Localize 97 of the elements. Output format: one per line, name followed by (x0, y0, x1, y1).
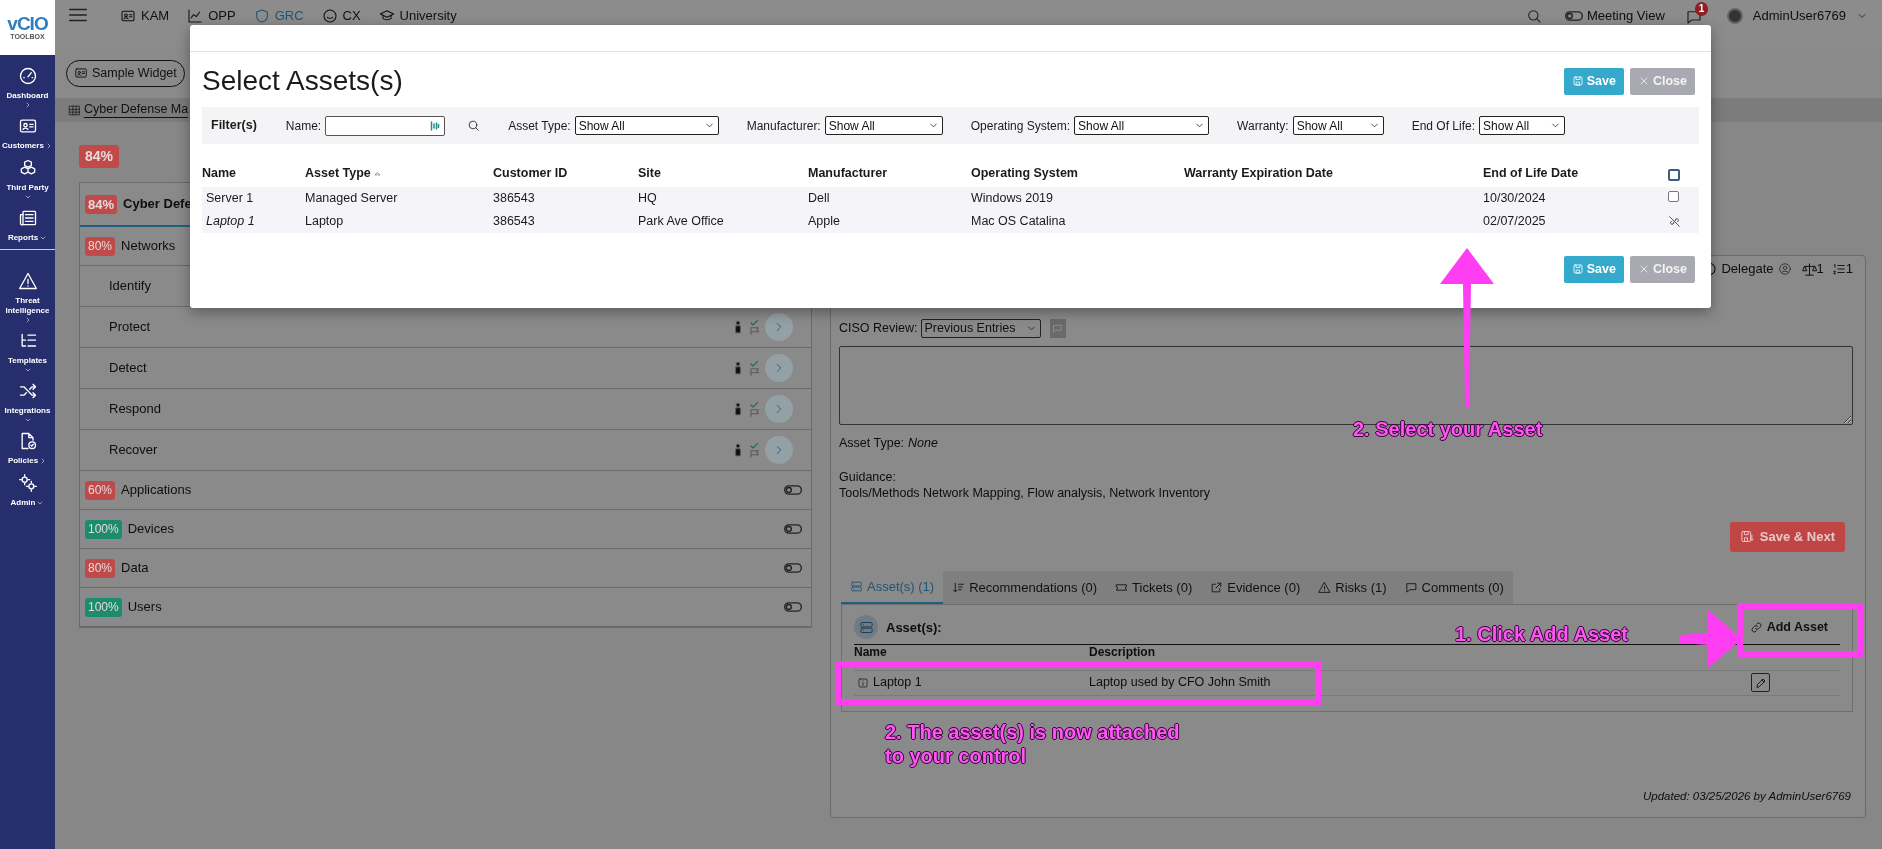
nav-tab[interactable]: University (378, 6, 457, 26)
control-label[interactable]: Respond (109, 399, 162, 419)
filter-label: Asset Type: (508, 117, 571, 135)
table-cell: Managed Server (305, 190, 398, 205)
category-label[interactable]: Networks (121, 236, 176, 256)
tab[interactable]: Recommendations (0) (943, 570, 1107, 604)
add-asset-button[interactable]: Add Asset (1737, 617, 1840, 637)
tab[interactable]: Comments (0) (1395, 570, 1513, 604)
filter-label: Manufacturer: (746, 117, 821, 135)
category-label[interactable]: Users (127, 597, 162, 617)
field-value: None (908, 435, 938, 452)
sidebar-item[interactable]: Dashboard (6, 91, 49, 101)
guidance-text: Tools/Methods Network Mapping, Flow analysis, Network Inventory (839, 484, 1211, 501)
task-count: 1 (1845, 260, 1853, 279)
table-cell: Server 1 (206, 190, 254, 205)
column-header[interactable]: Manufacturer (808, 166, 888, 180)
score-badge: 80% (85, 558, 116, 578)
sidebar-item[interactable]: Reports (7, 233, 39, 243)
score-badge: 80% (85, 236, 116, 256)
filter-select[interactable]: Show All (824, 116, 943, 135)
table-cell: Dell (808, 190, 830, 205)
score-badge: 100% (85, 597, 122, 617)
updated-note: Updated: 03/25/2026 by AdminUser6769 (1642, 788, 1852, 804)
table-cell: 386543 (493, 190, 535, 205)
score-badge: 60% (85, 480, 116, 500)
filter-label: End Of Life: (1411, 117, 1476, 135)
breadcrumb-link[interactable]: Cyber Defense Ma (84, 102, 189, 118)
table-cell: 10/30/2024 (1483, 190, 1546, 205)
tab[interactable]: Tickets (0) (1106, 570, 1202, 604)
table-cell: Laptop 1 (206, 213, 255, 228)
filter-label: Warranty: (1237, 117, 1289, 135)
sidebar-item[interactable]: Customers (2, 141, 44, 151)
delegate-label[interactable]: Delegate (1721, 259, 1774, 279)
filter-select[interactable]: Show All (574, 116, 719, 135)
sidebar-item[interactable]: Admin (10, 498, 36, 508)
framework-title: Cyber Defe (123, 195, 192, 214)
logo-text: vCIO (7, 14, 48, 33)
filter-select[interactable]: Show All (1074, 116, 1210, 135)
table-cell-text: Laptop 1 (873, 674, 922, 692)
sidebar-item[interactable]: Third Party (6, 183, 49, 193)
callout-text: 2. Select your Asset (1353, 417, 1543, 441)
table-cell-text: Laptop used by CFO John Smith (1089, 674, 1271, 692)
column-header[interactable]: Asset Type (305, 166, 371, 180)
filter-label: Operating System: (970, 117, 1071, 135)
sidebar-item[interactable]: Threat Intelligence (0, 296, 55, 316)
control-label[interactable]: Protect (109, 317, 151, 337)
column-header[interactable]: Site (638, 166, 661, 180)
table-cell: 02/07/2025 (1483, 213, 1546, 228)
tab[interactable]: Risks (1) (1309, 570, 1396, 604)
sidebar-item[interactable]: Templates (8, 356, 47, 366)
score-badge: 84% (85, 194, 118, 214)
category-label[interactable]: Data (121, 558, 149, 578)
column-header: Name (854, 645, 888, 660)
widget-button[interactable]: Sample Widget (66, 59, 185, 87)
column-header[interactable]: Warranty Expiration Date (1184, 166, 1333, 180)
filter-select[interactable]: Show All (1479, 116, 1566, 135)
column-header: Description (1089, 645, 1155, 660)
sidebar-item[interactable]: Integrations (4, 406, 51, 416)
callout-text: 1. Click Add Asset (1455, 622, 1629, 646)
nav-tab[interactable]: OPP (187, 6, 236, 26)
filter-select[interactable]: Show All (1292, 116, 1384, 135)
filter-heading: Filter(s) (211, 117, 257, 135)
nav-tab[interactable]: CX (321, 6, 361, 26)
sidebar-item[interactable]: Policies (7, 456, 39, 466)
field-label: Asset Type: (839, 435, 905, 452)
nav-tab[interactable]: KAM (120, 6, 170, 26)
user-name[interactable]: AdminUser6769 (1752, 6, 1846, 26)
field-label: Guidance: (839, 468, 897, 485)
notification-badge: 1 (1694, 2, 1709, 17)
score-badge: 84% (79, 145, 120, 168)
table-cell: 386543 (493, 213, 535, 228)
control-label[interactable]: Detect (109, 358, 147, 378)
table-cell: Mac OS Catalina (971, 213, 1066, 228)
callout-text: 2. The asset(s) is now attached to your control (885, 720, 1181, 768)
review-select[interactable]: Previous Entries (920, 319, 1041, 338)
column-header[interactable]: End of Life Date (1483, 166, 1579, 180)
category-label[interactable]: Devices (127, 519, 174, 539)
table-cell: Laptop (305, 213, 344, 228)
tab[interactable]: Evidence (0) (1201, 570, 1310, 604)
save-next-button[interactable]: Save & Next (1729, 521, 1845, 552)
control-label[interactable]: Identify (109, 276, 151, 296)
table-cell: HQ (638, 190, 657, 205)
section-title: Asset(s): (886, 618, 942, 637)
field-label: CISO Review: (839, 320, 918, 338)
score-badge: 100% (85, 519, 122, 539)
column-header[interactable]: Name (202, 166, 237, 180)
column-header[interactable]: Operating System (971, 166, 1078, 180)
control-label[interactable]: Recover (109, 440, 158, 460)
table-cell: Park Ave Office (638, 213, 724, 228)
dialog-title: Select Assets(s) (202, 64, 403, 98)
filter-label: Name: (285, 117, 322, 135)
column-header[interactable]: Customer ID (493, 166, 568, 180)
meeting-view-label: Meeting View (1586, 7, 1665, 26)
table-cell: Apple (808, 213, 840, 228)
table-cell: Windows 2019 (971, 190, 1053, 205)
approval-count: 1 (1816, 260, 1824, 279)
category-label[interactable]: Applications (121, 480, 192, 500)
